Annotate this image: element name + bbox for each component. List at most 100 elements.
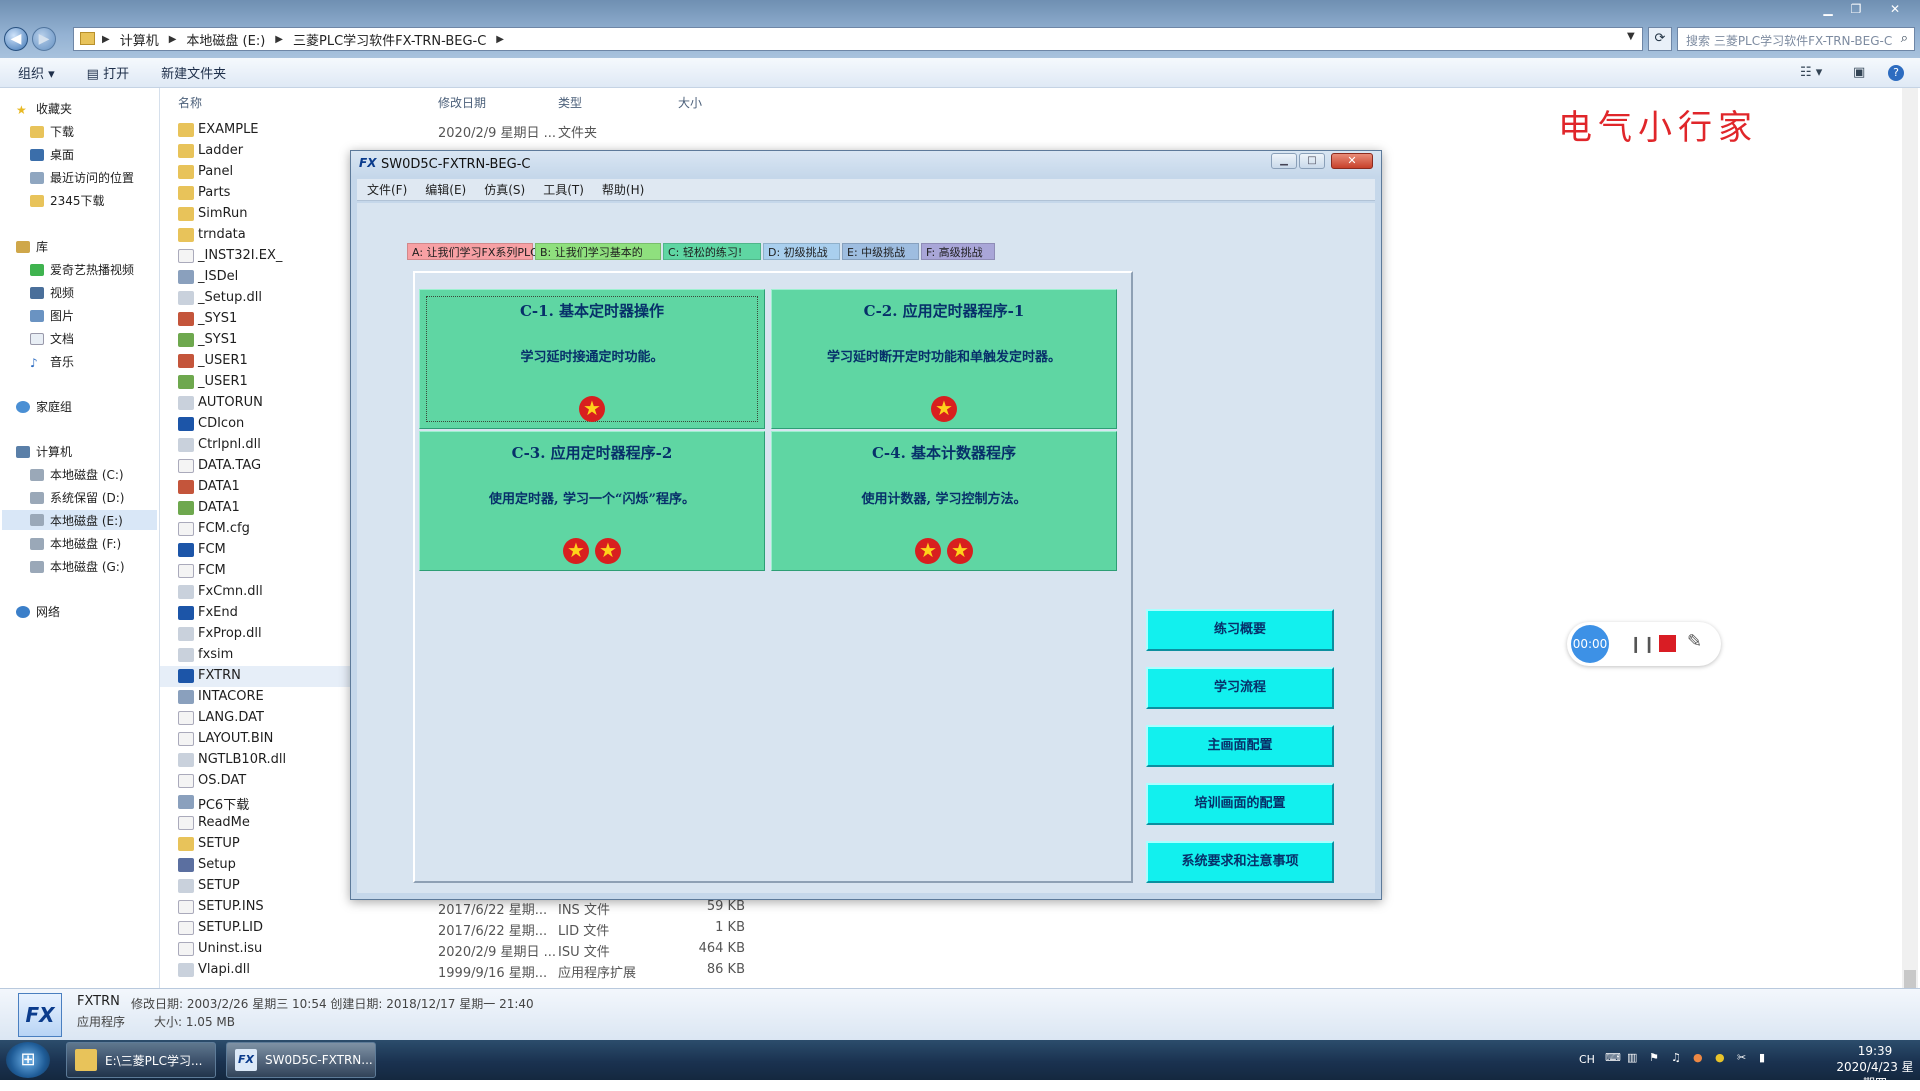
file-row[interactable]: Vlapi.dll 1999/9/16 星期... 应用程序扩展 86 KB xyxy=(160,960,1060,981)
breadcrumb-computer[interactable]: 计算机 xyxy=(120,30,159,49)
column-type[interactable]: 类型 xyxy=(558,94,582,111)
start-button[interactable]: ⊞ xyxy=(6,1042,50,1078)
lesson-card[interactable]: C-1. 基本定时器操作 学习延时接通定时功能。 ★ xyxy=(419,289,765,429)
system-clock[interactable]: 19:39 2020/4/23 星期四 xyxy=(1835,1043,1915,1091)
app-menu-item[interactable]: 编辑(E) xyxy=(425,181,466,198)
app-tray-icon[interactable]: ● xyxy=(1693,1051,1703,1064)
sidebar-item-pictures[interactable]: 图片 xyxy=(30,307,74,324)
signal-icon[interactable]: ▮ xyxy=(1759,1051,1765,1064)
restore-icon[interactable]: ❐ xyxy=(1846,0,1866,18)
security-tray-icon[interactable]: ● xyxy=(1715,1051,1725,1064)
preview-pane-icon[interactable]: ▣ xyxy=(1853,65,1865,80)
refresh-icon[interactable]: ⟳ xyxy=(1648,27,1672,51)
sidebar-item-downloads[interactable]: 下载 xyxy=(30,123,74,140)
file-size: 59 KB xyxy=(706,899,745,914)
taskbar-explorer[interactable]: E:\三菱PLC学习... xyxy=(66,1042,216,1078)
app-side-button[interactable]: 学习流程 xyxy=(1146,667,1334,709)
column-date[interactable]: 修改日期 xyxy=(438,94,486,111)
sidebar-computer[interactable]: 计算机 xyxy=(16,443,72,460)
lesson-card[interactable]: C-3. 应用定时器程序-2 使用定时器, 学习一个“闪烁”程序。 ★ ★ xyxy=(419,431,765,571)
search-input[interactable]: 搜索 三菱PLC学习软件FX-TRN-BEG-C ⌕ xyxy=(1677,27,1915,51)
stop-icon[interactable] xyxy=(1659,635,1676,652)
clock-date: 2020/4/23 星期四 xyxy=(1836,1060,1914,1090)
app-close-button[interactable]: ✕ xyxy=(1331,153,1373,169)
app-side-button[interactable]: 主画面配置 xyxy=(1146,725,1334,767)
tab-a[interactable]: A: 让我们学习FX系列PLC! xyxy=(407,243,542,260)
address-bar[interactable]: ▶ 计算机 ▶ 本地磁盘 (E:) ▶ 三菱PLC学习软件FX-TRN-BEG-… xyxy=(73,27,1643,51)
new-folder-button[interactable]: 新建文件夹 xyxy=(161,63,226,82)
tray-tool-icon[interactable]: ✂ xyxy=(1737,1051,1746,1064)
sidebar-favorites[interactable]: ★ 收藏夹 xyxy=(16,100,72,117)
app-side-button[interactable]: 系统要求和注意事项 xyxy=(1146,841,1334,883)
sidebar-item-drive-g[interactable]: 本地磁盘 (G:) xyxy=(30,558,125,575)
vertical-scrollbar[interactable] xyxy=(1902,88,1918,988)
file-row[interactable]: EXAMPLE 2020/2/9 星期日 ... 文件夹 xyxy=(160,120,1060,141)
organize-button[interactable]: 组织 ▾ xyxy=(18,63,55,82)
volume-icon[interactable]: ♫ xyxy=(1671,1051,1681,1064)
sidebar-label: 音乐 xyxy=(50,355,75,369)
file-row[interactable]: SETUP.LID 2017/6/22 星期... LID 文件 1 KB xyxy=(160,918,1060,939)
sidebar-item-drive-d[interactable]: 系统保留 (D:) xyxy=(30,489,124,506)
chevron-down-icon[interactable]: ▼ xyxy=(1627,31,1635,42)
pause-icon[interactable]: ❙❙ xyxy=(1629,634,1656,653)
sidebar-item-music[interactable]: ♪ 音乐 xyxy=(30,353,74,370)
sidebar-item-videos[interactable]: 视频 xyxy=(30,284,74,301)
app-minimize-button[interactable]: ▁ xyxy=(1271,153,1297,169)
sidebar-item-iqiyi[interactable]: 爱奇艺热播视频 xyxy=(30,261,134,278)
app-menu-item[interactable]: 帮助(H) xyxy=(602,181,644,198)
sidebar-item-drive-f[interactable]: 本地磁盘 (F:) xyxy=(30,535,121,552)
sidebar-label: 2345下载 xyxy=(50,194,105,208)
app-side-button[interactable]: 练习概要 xyxy=(1146,609,1334,651)
breadcrumb-folder[interactable]: 三菱PLC学习软件FX-TRN-BEG-C xyxy=(293,30,486,49)
app-side-button[interactable]: 培训画面的配置 xyxy=(1146,783,1334,825)
column-size[interactable]: 大小 xyxy=(678,94,702,111)
action-center-icon[interactable]: ⚑ xyxy=(1649,1051,1659,1064)
column-name[interactable]: 名称 xyxy=(178,94,202,111)
file-row[interactable]: Uninst.isu 2020/2/9 星期日 ... ISU 文件 464 KB xyxy=(160,939,1060,960)
sidebar-item-recent[interactable]: 最近访问的位置 xyxy=(30,169,134,186)
network-status-icon[interactable]: ▥ xyxy=(1627,1051,1637,1064)
sidebar-libraries[interactable]: 库 xyxy=(16,238,48,255)
app-maximize-button[interactable]: □ xyxy=(1299,153,1325,169)
tab-d[interactable]: D: 初级挑战 xyxy=(763,243,840,260)
sidebar-item-documents[interactable]: 文档 xyxy=(30,330,74,347)
keyboard-icon[interactable]: ⌨ xyxy=(1605,1051,1621,1064)
app-menu-item[interactable]: 仿真(S) xyxy=(484,181,525,198)
tab-b[interactable]: B: 让我们学习基本的 xyxy=(535,243,661,260)
lesson-card[interactable]: C-4. 基本计数器程序 使用计数器, 学习控制方法。 ★ ★ xyxy=(771,431,1117,571)
close-icon[interactable]: ✕ xyxy=(1882,0,1908,18)
sidebar-item-drive-c[interactable]: 本地磁盘 (C:) xyxy=(30,466,124,483)
app-titlebar[interactable]: FX SW0D5C-FXTRN-BEG-C xyxy=(351,151,1381,177)
file-row[interactable]: SETUP.INS 2017/6/22 星期... INS 文件 59 KB xyxy=(160,897,1060,918)
view-options-icon[interactable]: ☷ ▾ xyxy=(1800,65,1822,80)
language-indicator[interactable]: CH xyxy=(1579,1053,1595,1066)
setup-icon xyxy=(178,858,194,872)
file-name: trndata xyxy=(198,227,246,242)
minimize-icon[interactable]: ▁ xyxy=(1818,0,1838,18)
breadcrumb-drive[interactable]: 本地磁盘 (E:) xyxy=(186,30,265,49)
sidebar-network[interactable]: 网络 xyxy=(16,603,60,620)
dll-icon xyxy=(178,438,194,452)
fx-app-icon: FX xyxy=(359,156,377,170)
difficulty-rating: ★ xyxy=(420,396,764,422)
open-button[interactable]: ▤ 打开 xyxy=(87,63,129,82)
taskbar-fxtrn[interactable]: FX SW0D5C-FXTRN... xyxy=(226,1042,376,1078)
app-menu-item[interactable]: 文件(F) xyxy=(367,181,407,198)
sidebar-item-desktop[interactable]: 桌面 xyxy=(30,146,74,163)
sidebar-item-2345[interactable]: 2345下载 xyxy=(30,192,105,209)
breadcrumb-separator-icon: ▶ xyxy=(496,33,504,45)
sidebar-homegroup[interactable]: 家庭组 xyxy=(16,398,72,415)
forward-button[interactable]: ▶ xyxy=(32,27,56,51)
tab-e[interactable]: E: 中级挑战 xyxy=(842,243,919,260)
details-name: FXTRN xyxy=(77,994,120,1009)
tab-c[interactable]: C: 轻松的练习! xyxy=(663,243,761,260)
tab-f[interactable]: F: 高级挑战 xyxy=(921,243,995,260)
app-menu-item[interactable]: 工具(T) xyxy=(543,181,584,198)
lesson-card[interactable]: C-2. 应用定时器程序-1 学习延时断开定时功能和单触发定时器。 ★ xyxy=(771,289,1117,429)
lesson-title: C-1. 基本定时器操作 xyxy=(519,302,665,320)
sidebar-item-drive-e[interactable]: 本地磁盘 (E:) xyxy=(2,510,157,530)
help-icon[interactable]: ? xyxy=(1888,64,1904,81)
back-button[interactable]: ◀ xyxy=(4,27,28,51)
details-pane: FX FXTRN 修改日期: 2003/2/26 星期三 10:54 创建日期:… xyxy=(0,988,1920,1040)
pen-icon[interactable]: ✎ xyxy=(1687,631,1702,652)
